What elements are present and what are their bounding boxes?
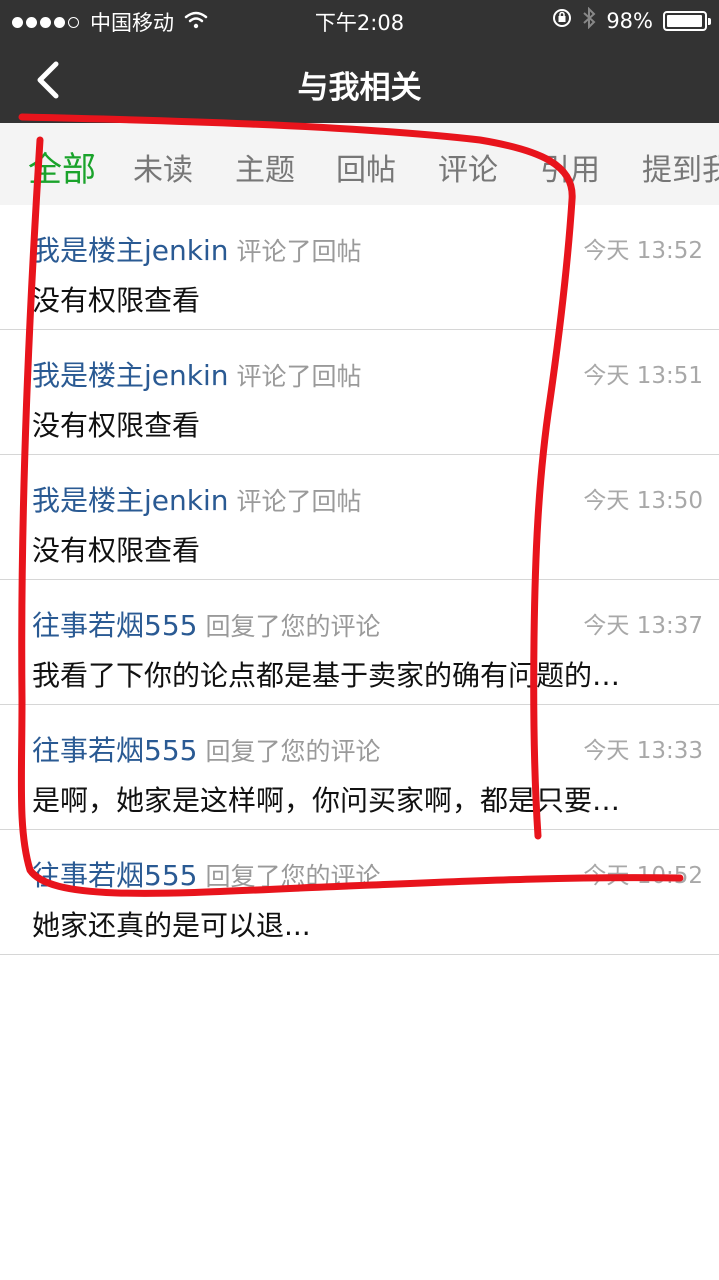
timestamp: 今天 13:51 xyxy=(583,363,703,389)
notification-list: 我是楼主jenkin 评论了回帖 今天 13:52 没有权限查看 我是楼主jenk… xyxy=(0,205,719,955)
list-item[interactable]: 往事若烟555 回复了您的评论 今天 13:37 我看了下你的论点都是基于卖家的确… xyxy=(0,580,719,705)
action-text: 回复了您的评论 xyxy=(205,737,381,766)
action-text: 评论了回帖 xyxy=(236,487,362,516)
timestamp: 今天 13:50 xyxy=(583,488,703,514)
tab-topics[interactable]: 主题 xyxy=(235,145,295,189)
message-preview: 她家还真的是可以退... xyxy=(32,909,311,942)
tab-mentions[interactable]: 提到我 xyxy=(642,145,719,189)
list-item[interactable]: 我是楼主jenkin 评论了回帖 今天 13:50 没有权限查看 xyxy=(0,455,719,580)
battery-icon xyxy=(663,10,711,31)
message-preview: 是啊，她家是这样啊，你问买家啊，都是只要… xyxy=(32,784,621,817)
message-preview: 没有权限查看 xyxy=(32,534,201,567)
timestamp: 今天 13:37 xyxy=(583,613,703,639)
nav-bar: 与我相关 xyxy=(0,40,719,123)
battery-percent: 98% xyxy=(606,8,653,33)
status-bar: 中国移动 下午2:08 98% xyxy=(0,0,719,40)
tab-quotes[interactable]: 引用 xyxy=(540,145,600,189)
list-item[interactable]: 往事若烟555 回复了您的评论 今天 13:33 是啊，她家是这样啊，你问买家啊，… xyxy=(0,705,719,830)
username-link[interactable]: 我是楼主jenkin xyxy=(32,359,229,392)
page-title: 与我相关 xyxy=(297,70,422,106)
list-item[interactable]: 我是楼主jenkin 评论了回帖 今天 13:52 没有权限查看 xyxy=(0,205,719,330)
tab-comments[interactable]: 评论 xyxy=(438,145,498,189)
message-preview: 没有权限查看 xyxy=(32,409,201,442)
list-item[interactable]: 往事若烟555 回复了您的评论 今天 10:52 她家还真的是可以退... xyxy=(0,830,719,955)
tab-replies[interactable]: 回帖 xyxy=(336,145,396,189)
list-item[interactable]: 我是楼主jenkin 评论了回帖 今天 13:51 没有权限查看 xyxy=(0,330,719,455)
tab-unread[interactable]: 未读 xyxy=(133,145,193,189)
bluetooth-icon xyxy=(582,6,596,34)
username-link[interactable]: 往事若烟555 xyxy=(32,859,197,892)
status-right: 98% xyxy=(542,6,711,34)
username-link[interactable]: 往事若烟555 xyxy=(32,734,197,767)
orientation-lock-icon xyxy=(552,8,572,33)
action-text: 评论了回帖 xyxy=(236,362,362,391)
username-link[interactable]: 往事若烟555 xyxy=(32,609,197,642)
timestamp: 今天 10:52 xyxy=(583,863,703,889)
tab-all[interactable]: 全部 xyxy=(28,142,96,191)
message-preview: 没有权限查看 xyxy=(32,284,201,317)
action-text: 回复了您的评论 xyxy=(205,612,381,641)
username-link[interactable]: 我是楼主jenkin xyxy=(32,234,229,267)
action-text: 回复了您的评论 xyxy=(205,862,381,891)
timestamp: 今天 13:52 xyxy=(583,238,703,264)
timestamp: 今天 13:33 xyxy=(583,738,703,764)
action-text: 评论了回帖 xyxy=(236,237,362,266)
tab-bar: 全部 未读 主题 回帖 评论 引用 提到我 xyxy=(0,123,719,205)
username-link[interactable]: 我是楼主jenkin xyxy=(32,484,229,517)
message-preview: 我看了下你的论点都是基于卖家的确有问题的… xyxy=(32,659,621,692)
